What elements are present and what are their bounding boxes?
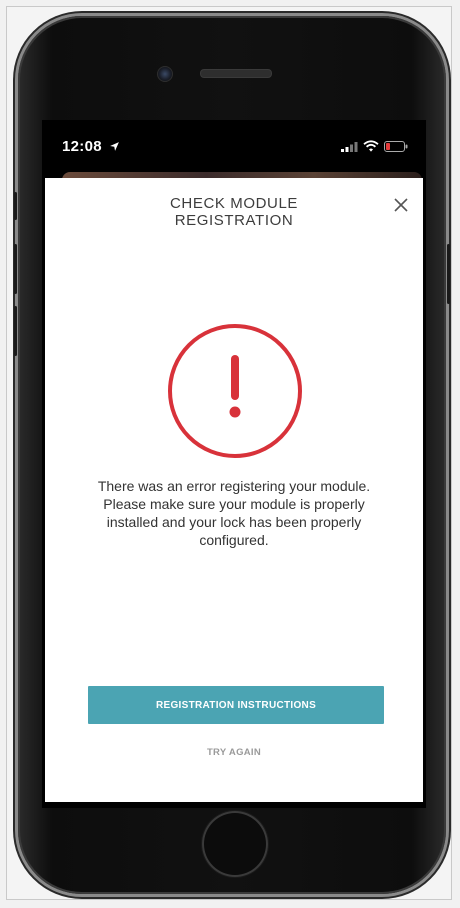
registration-modal: CHECK MODULE REGISTRATION There was an e… [45, 178, 423, 802]
front-camera [157, 66, 173, 82]
status-time-label: 12:08 [62, 138, 102, 155]
close-icon [394, 198, 408, 212]
try-again-button[interactable]: TRY AGAIN [184, 744, 284, 760]
volume-up-button [14, 244, 17, 294]
cellular-signal-icon [341, 141, 358, 152]
status-bar: 12:08 [42, 120, 426, 178]
battery-low-icon [384, 140, 408, 152]
location-arrow-icon [110, 142, 120, 151]
volume-down-button [14, 306, 17, 356]
status-time: 12:08 [62, 138, 120, 155]
earpiece-speaker [200, 69, 272, 78]
phone-screen: 12:08 CHECK MODULE REGISTRATION There wa… [42, 120, 426, 808]
exclamation-circle-icon [168, 324, 302, 458]
close-button[interactable] [388, 192, 414, 218]
power-button [447, 244, 450, 304]
home-button[interactable] [202, 811, 268, 877]
wifi-icon [363, 140, 379, 152]
registration-instructions-button[interactable]: REGISTRATION INSTRUCTIONS [88, 686, 384, 724]
modal-title: CHECK MODULE REGISTRATION [169, 195, 299, 229]
silent-switch [14, 192, 17, 220]
status-icons [341, 140, 408, 152]
error-message: There was an error registering your modu… [97, 478, 371, 548]
